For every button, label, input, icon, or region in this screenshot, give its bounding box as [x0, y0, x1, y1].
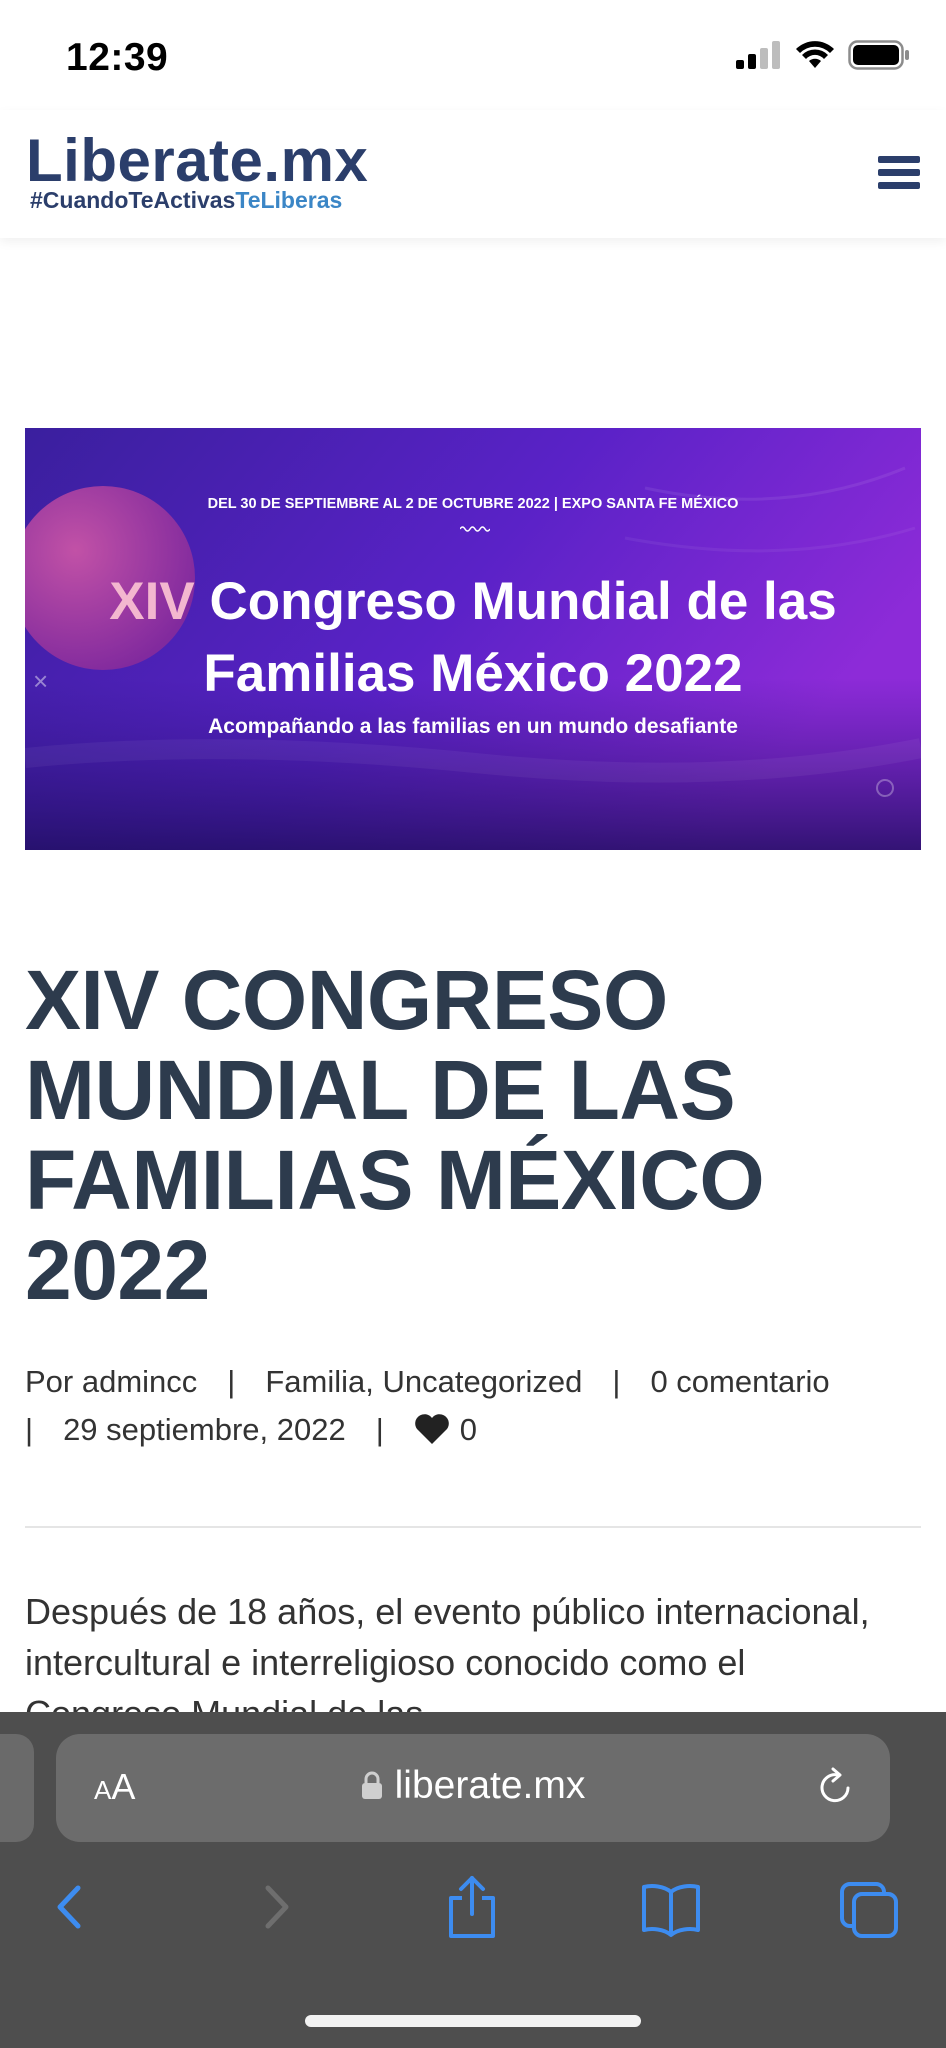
hero-title-roman: XIV — [109, 572, 195, 631]
featured-image[interactable]: DEL 30 DE SEPTIEMBRE AL 2 DE OCTUBRE 202… — [25, 428, 921, 850]
previous-tab-preview[interactable] — [0, 1734, 34, 1842]
tabs-icon — [840, 1882, 898, 1938]
status-time: 12:39 — [66, 36, 169, 79]
like-button[interactable]: 0 — [414, 1412, 477, 1447]
meta-separator: | — [375, 1412, 384, 1447]
logo-text: Liberate.mx — [26, 127, 369, 194]
bookmarks-button[interactable] — [640, 1874, 700, 1940]
status-bar: 12:39 — [0, 0, 946, 110]
home-indicator[interactable] — [305, 2015, 641, 2027]
signal-icon — [736, 41, 780, 69]
lock-icon — [361, 1771, 382, 1799]
site-header: Liberate.mx #CuandoTeActivasTeLiberas — [0, 110, 946, 238]
tagline-part-1: #CuandoTeActivas — [30, 187, 236, 213]
tabs-button[interactable] — [838, 1874, 898, 1940]
meta-separator: | — [227, 1364, 236, 1399]
post-title: XIV CONGRESO MUNDIAL DE LAS FAMILIAS MÉX… — [25, 953, 765, 1317]
close-icon: × — [33, 666, 49, 696]
forward-button[interactable] — [246, 1874, 306, 1940]
hero-title: XIV Congreso Mundial de las Familias Méx… — [25, 566, 921, 710]
hero-subtitle: Acompañando a las familias en un mundo d… — [208, 715, 738, 738]
tagline-part-2: TeLiberas — [235, 187, 343, 213]
hero-title-line-1: XIV Congreso Mundial de las — [25, 566, 921, 638]
battery-icon — [848, 40, 909, 70]
share-icon — [449, 1876, 495, 1938]
bookmarks-icon — [642, 1884, 700, 1937]
post-date: 29 septiembre, 2022 — [63, 1412, 346, 1447]
hero-title-line-2: Familias México 2022 — [203, 644, 743, 703]
address-bar[interactable]: AA liberate.mx — [56, 1734, 890, 1842]
hero-dates: DEL 30 DE SEPTIEMBRE AL 2 DE OCTUBRE 202… — [207, 496, 739, 512]
url-display: liberate.mx — [56, 1764, 890, 1808]
menu-button[interactable] — [878, 154, 920, 192]
url-text: liberate.mx — [394, 1764, 586, 1807]
back-icon — [57, 1885, 81, 1929]
meta-separator: | — [612, 1364, 621, 1399]
meta-separator: | — [25, 1412, 34, 1447]
reload-icon[interactable] — [816, 1766, 856, 1808]
post-comments[interactable]: 0 comentario — [650, 1364, 829, 1399]
status-icons — [736, 40, 910, 70]
hero-title-line-1-rest: Congreso Mundial de las — [209, 572, 837, 631]
wifi-icon — [796, 41, 834, 68]
squiggle-decoration — [460, 526, 490, 532]
forward-icon — [265, 1885, 289, 1929]
back-button[interactable] — [44, 1874, 104, 1940]
safari-toolbar: AA liberate.mx — [0, 1712, 946, 2048]
like-count: 0 — [459, 1412, 478, 1447]
post-meta: Por admincc | Familia, Uncategorized | 0 com… — [25, 1358, 925, 1454]
logo-tagline: #CuandoTeActivasTeLiberas — [30, 187, 342, 214]
post-author[interactable]: Por admincc — [25, 1364, 197, 1399]
post-categories[interactable]: Familia, Uncategorized — [265, 1364, 582, 1399]
hamburger-menu-icon — [878, 156, 920, 189]
divider — [25, 1526, 921, 1528]
share-button[interactable] — [442, 1874, 502, 1940]
heart-icon — [414, 1414, 449, 1444]
